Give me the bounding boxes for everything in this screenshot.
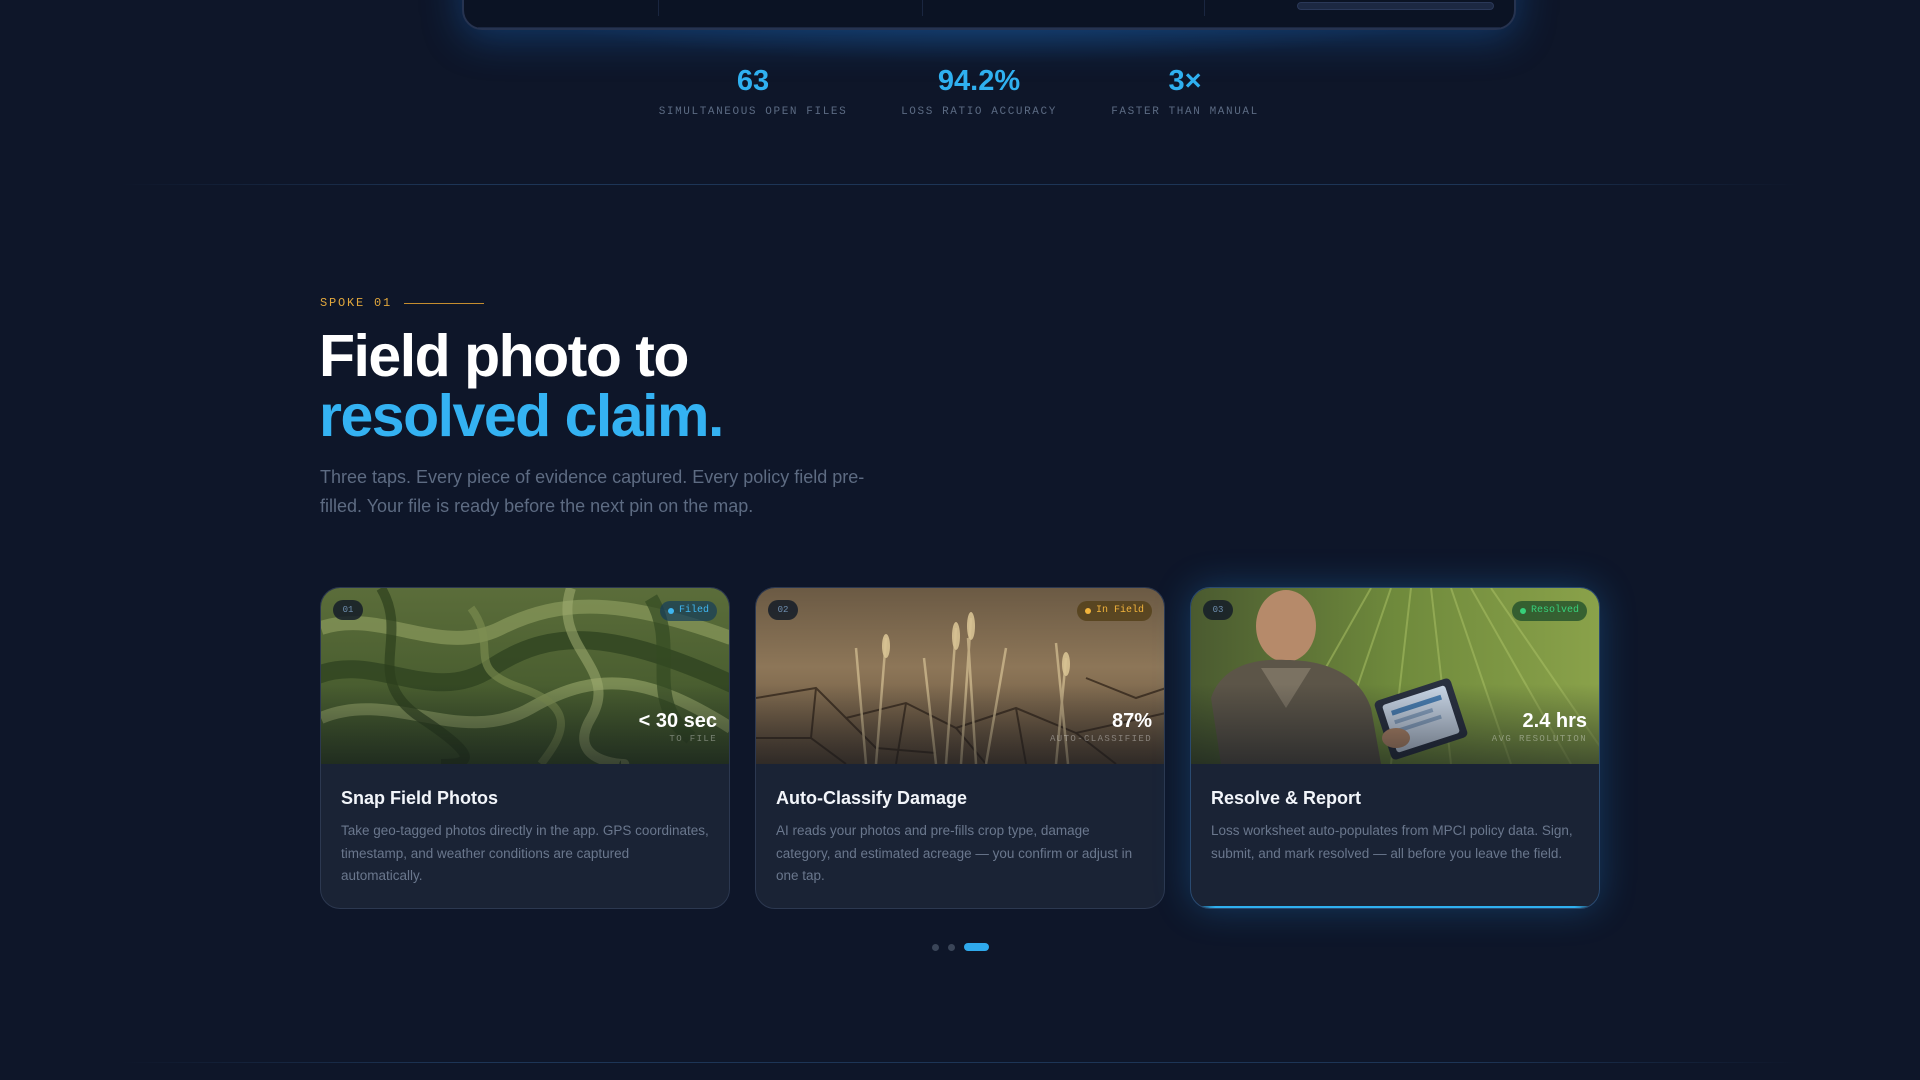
step-number-badge: 03 bbox=[1203, 600, 1233, 620]
metric-label: AUTO-CLASSIFIED bbox=[1049, 734, 1152, 744]
metric-label: TO FILE bbox=[669, 734, 717, 744]
app-preview-input-bar bbox=[1297, 2, 1494, 10]
stat-loss-ratio: 94.2% LOSS RATIO ACCURACY bbox=[901, 62, 1057, 118]
stat-label: LOSS RATIO ACCURACY bbox=[901, 106, 1057, 118]
carousel-dot[interactable] bbox=[948, 943, 955, 951]
stat-value: 94.2% bbox=[937, 65, 1021, 97]
carousel-dot[interactable] bbox=[964, 943, 989, 951]
app-preview-frame bbox=[462, 0, 1516, 30]
status-dot-icon bbox=[1519, 608, 1526, 614]
stat-label: FASTER THAN MANUAL bbox=[1111, 106, 1259, 118]
stat-label: SIMULTANEOUS OPEN FILES bbox=[658, 106, 848, 118]
status-dot-icon bbox=[1084, 608, 1091, 614]
section-headline: Field photo to resolved claim. bbox=[319, 323, 724, 449]
status-dot-icon bbox=[667, 608, 674, 614]
section-eyebrow: SPOKE 01 bbox=[320, 296, 485, 310]
stat-speed: 3× FASTER THAN MANUAL bbox=[1111, 62, 1259, 118]
section-divider bbox=[120, 184, 1800, 185]
step-card-snap-photos[interactable]: 01 Filed < 30 sec TO FILE Snap Field Pho… bbox=[320, 587, 730, 909]
metric-label: AVG RESOLUTION bbox=[1491, 734, 1587, 744]
headline-line-1: Field photo to bbox=[319, 323, 689, 389]
status-badge: Resolved bbox=[1511, 601, 1587, 621]
status-label: Filed bbox=[678, 605, 709, 616]
app-preview-divider bbox=[1204, 0, 1205, 16]
card-title: Resolve & Report bbox=[1211, 788, 1362, 808]
card-description: Take geo-tagged photos directly in the a… bbox=[341, 823, 709, 883]
app-preview-divider bbox=[658, 0, 659, 16]
step-number-badge: 01 bbox=[333, 600, 363, 620]
stat-value: 3× bbox=[1168, 65, 1202, 97]
carousel-dot[interactable] bbox=[932, 943, 939, 951]
carousel-pagination bbox=[932, 943, 989, 951]
headline-line-2: resolved claim. bbox=[319, 383, 724, 449]
status-label: Resolved bbox=[1530, 605, 1579, 616]
card-title: Auto-Classify Damage bbox=[776, 788, 968, 808]
card-metric: 2.4 hrs AVG RESOLUTION bbox=[1492, 710, 1587, 744]
card-metric: < 30 sec TO FILE bbox=[639, 710, 717, 744]
stat-open-files: 63 SIMULTANEOUS OPEN FILES bbox=[659, 62, 848, 118]
card-description: AI reads your photos and pre-fills crop … bbox=[776, 823, 1133, 883]
metric-value: < 30 sec bbox=[638, 710, 717, 732]
status-label: In Field bbox=[1095, 605, 1144, 616]
stats-row: 63 SIMULTANEOUS OPEN FILES 94.2% LOSS RA… bbox=[0, 62, 1920, 132]
step-number-badge: 02 bbox=[768, 600, 798, 620]
section-subtitle: Three taps. Every piece of evidence capt… bbox=[320, 467, 865, 516]
status-badge: In Field bbox=[1076, 601, 1152, 621]
card-title: Snap Field Photos bbox=[341, 788, 499, 808]
page: 63 SIMULTANEOUS OPEN FILES 94.2% LOSS RA… bbox=[0, 0, 1920, 1080]
card-description: Loss worksheet auto-populates from MPCI … bbox=[1211, 823, 1573, 861]
card-progress-bar bbox=[1191, 906, 1599, 908]
metric-value: 2.4 hrs bbox=[1522, 710, 1587, 732]
eyebrow-text: SPOKE 01 bbox=[320, 296, 393, 310]
step-card-resolve-report[interactable]: 03 Resolved 2.4 hrs AVG RESOLUTION Resol… bbox=[1190, 587, 1600, 909]
card-metric: 87% AUTO-CLASSIFIED bbox=[1050, 710, 1152, 744]
status-badge: Filed bbox=[659, 601, 717, 621]
step-card-auto-classify[interactable]: 02 In Field 87% AUTO-CLASSIFIED Auto-Cla… bbox=[755, 587, 1165, 909]
metric-value: 87% bbox=[1111, 710, 1152, 732]
section-divider bbox=[120, 1062, 1800, 1063]
app-preview-divider bbox=[922, 0, 923, 16]
eyebrow-rule bbox=[404, 302, 485, 304]
stat-value: 63 bbox=[736, 65, 770, 97]
